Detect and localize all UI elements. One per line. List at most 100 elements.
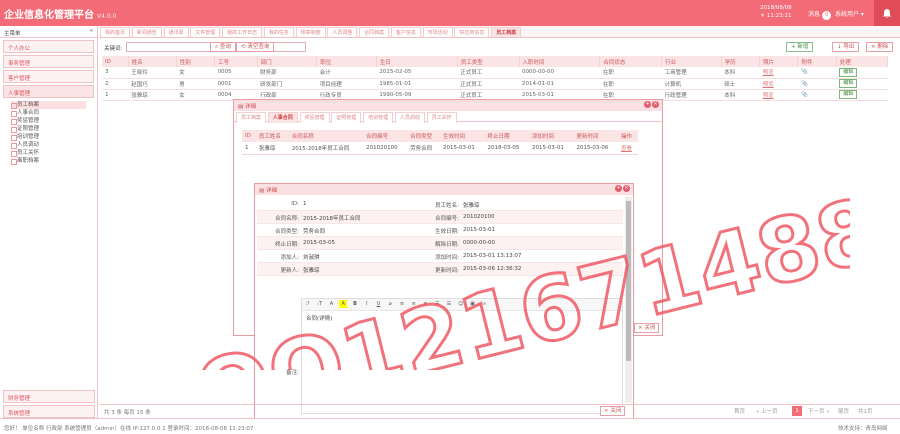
sidebar-item-transfer[interactable]: 人员调动: [11, 141, 86, 149]
tab-training[interactable]: 培训管理: [363, 112, 394, 123]
notice-button[interactable]: 消息 0: [808, 9, 832, 20]
col-attachment[interactable]: 附件: [797, 56, 837, 67]
scrollbar[interactable]: [625, 197, 632, 403]
sidebar-menu-office[interactable]: 个人办公: [3, 40, 94, 53]
sidebar-item-rewards[interactable]: 奖惩管理: [11, 117, 86, 125]
window-titlebar[interactable]: ▤ 详细 + ×: [255, 184, 633, 195]
table-row[interactable]: 2 赵国巧 男 0001 研发部门 项目经理 1985-01-01 正式员工 2…: [102, 78, 888, 90]
tab-suppliers[interactable]: 供应商信息: [454, 27, 490, 37]
tab-contacts[interactable]: 通讯录: [163, 27, 189, 37]
tab-employee-files[interactable]: 员工档案: [491, 27, 522, 37]
align-right-icon[interactable]: ≡: [422, 300, 430, 308]
table-row[interactable]: 3 王晓玲 女 0005 财务部 会计 2015-02-05 正式员工 0000…: [102, 67, 888, 79]
ordered-list-icon[interactable]: ☰: [433, 300, 441, 308]
tab-employee-files[interactable]: 员工档案: [236, 112, 267, 123]
last-page-button[interactable]: 尾页: [838, 407, 849, 415]
remark-editor[interactable]: ℱ ₜT A A B I U ⌀ ≡ ≡ ≡ ☰ ☰ ☺ ▣ ∞ 合同(详情): [301, 298, 623, 414]
tab-marketing[interactable]: 市场活动: [422, 27, 453, 37]
tab-news[interactable]: 新闻通告: [131, 27, 162, 37]
clear-format-icon[interactable]: ⌀: [386, 300, 394, 308]
sidebar-menu-customers[interactable]: 客户管理: [3, 70, 94, 83]
reset-search-button[interactable]: ⟲ 清空查询: [236, 42, 275, 52]
col-name[interactable]: 姓名: [128, 56, 177, 67]
emoticon-icon[interactable]: ☺: [457, 300, 465, 308]
sidebar-item-employee-files[interactable]: 员工档案: [11, 101, 86, 109]
photo-preview-link[interactable]: 预览: [763, 93, 774, 99]
scrollbar-thumb[interactable]: [626, 201, 631, 361]
first-page-button[interactable]: 首页: [734, 407, 745, 415]
close-icon[interactable]: ×: [652, 101, 659, 108]
prev-page-button[interactable]: « 上一页: [756, 407, 778, 415]
photo-preview-link[interactable]: 预览: [763, 82, 774, 88]
tab-care[interactable]: 员工关怀: [426, 112, 457, 123]
tab-files[interactable]: 文件管理: [190, 27, 221, 37]
align-center-icon[interactable]: ≡: [410, 300, 418, 308]
edit-button[interactable]: 编辑: [839, 90, 858, 99]
bold-icon[interactable]: B: [351, 300, 359, 308]
current-page[interactable]: 1: [792, 406, 802, 416]
italic-icon[interactable]: I: [363, 300, 371, 308]
sidebar-item-training[interactable]: 培训管理: [11, 133, 86, 141]
table-row[interactable]: 1 张雅琼 2015-2018年员工合同 201020100 劳务合同 2015…: [242, 142, 638, 155]
col-empno[interactable]: 工号: [214, 56, 258, 67]
col-hiredate[interactable]: 入职时间: [519, 56, 601, 67]
collapse-icon[interactable]: «: [90, 28, 93, 34]
maximize-icon[interactable]: +: [615, 185, 622, 192]
tab-customer-info[interactable]: 客户信息: [390, 27, 421, 37]
sidebar-menu-system[interactable]: 系统管理: [3, 405, 95, 418]
col-action[interactable]: 处理: [836, 56, 889, 67]
col-birthday[interactable]: 生日: [376, 56, 458, 67]
user-menu[interactable]: 系统用户 ▾: [835, 9, 864, 18]
col-dept[interactable]: 部门: [257, 56, 318, 67]
bell-icon[interactable]: [874, 0, 900, 26]
align-left-icon[interactable]: ≡: [398, 300, 406, 308]
tab-licenses[interactable]: 证照管理: [331, 112, 362, 123]
col-gender[interactable]: 性别: [176, 56, 216, 67]
search-button[interactable]: ⌕ 查询: [210, 42, 236, 52]
font-size-icon[interactable]: ₜT: [316, 300, 324, 308]
col-industry[interactable]: 行业: [661, 56, 722, 67]
next-page-button[interactable]: 下一页 »: [808, 407, 830, 415]
highlight-icon[interactable]: A: [339, 300, 348, 308]
tab-contract-files[interactable]: 合同档案: [359, 27, 390, 37]
font-family-icon[interactable]: ℱ: [304, 300, 312, 308]
attachment-icon[interactable]: 📎: [801, 69, 808, 75]
sidebar-item-licenses[interactable]: 证照管理: [11, 125, 86, 133]
tab-tasks[interactable]: 我的任务: [263, 27, 294, 37]
image-icon[interactable]: ▣: [469, 300, 477, 308]
close-button[interactable]: × 关闭: [634, 323, 660, 333]
tab-staff-adjust[interactable]: 人员调整: [327, 27, 358, 37]
tab-worklog[interactable]: 我的工作日志: [222, 27, 263, 37]
col-emptype[interactable]: 员工类型: [457, 56, 520, 67]
sidebar-item-contracts[interactable]: 人事合同: [11, 109, 86, 117]
close-icon[interactable]: ×: [623, 185, 630, 192]
sidebar-item-care[interactable]: 员工关怀: [11, 149, 86, 157]
underline-icon[interactable]: U: [375, 300, 383, 308]
edit-button[interactable]: 编辑: [839, 79, 858, 88]
delete-button[interactable]: × 删除: [866, 42, 894, 52]
link-icon[interactable]: ∞: [480, 300, 488, 308]
attachment-icon[interactable]: 📎: [801, 92, 808, 98]
attachment-icon[interactable]: 📎: [801, 81, 808, 87]
sidebar-menu-hr[interactable]: 人事管理: [3, 85, 94, 98]
tab-home[interactable]: 我的首页: [100, 27, 131, 37]
tab-rewards[interactable]: 奖惩管理: [299, 112, 330, 123]
tab-transfer[interactable]: 人员调动: [394, 112, 425, 123]
font-color-icon[interactable]: A: [328, 300, 336, 308]
edit-button[interactable]: 编辑: [839, 67, 858, 77]
maximize-icon[interactable]: +: [644, 101, 651, 108]
photo-preview-link[interactable]: 预览: [763, 70, 774, 76]
col-photo[interactable]: 照片: [759, 56, 799, 67]
window-titlebar[interactable]: ▤ 详细 + ×: [234, 100, 662, 111]
col-position[interactable]: 职位: [316, 56, 377, 67]
export-button[interactable]: ↓ 导出: [832, 42, 860, 52]
col-id[interactable]: ID: [102, 56, 129, 67]
tab-rules[interactable]: 规章制度: [295, 27, 326, 37]
sidebar-menu-finance[interactable]: 财务管理: [3, 390, 95, 403]
add-button[interactable]: + 新增: [786, 42, 814, 52]
sidebar-menu-affairs[interactable]: 事务管理: [3, 55, 94, 68]
view-link[interactable]: 查看: [621, 146, 632, 152]
editor-content[interactable]: 合同(详情): [302, 311, 622, 325]
col-status[interactable]: 合同状态: [599, 56, 663, 67]
sidebar-item-resigned[interactable]: 离职档案: [11, 157, 86, 165]
